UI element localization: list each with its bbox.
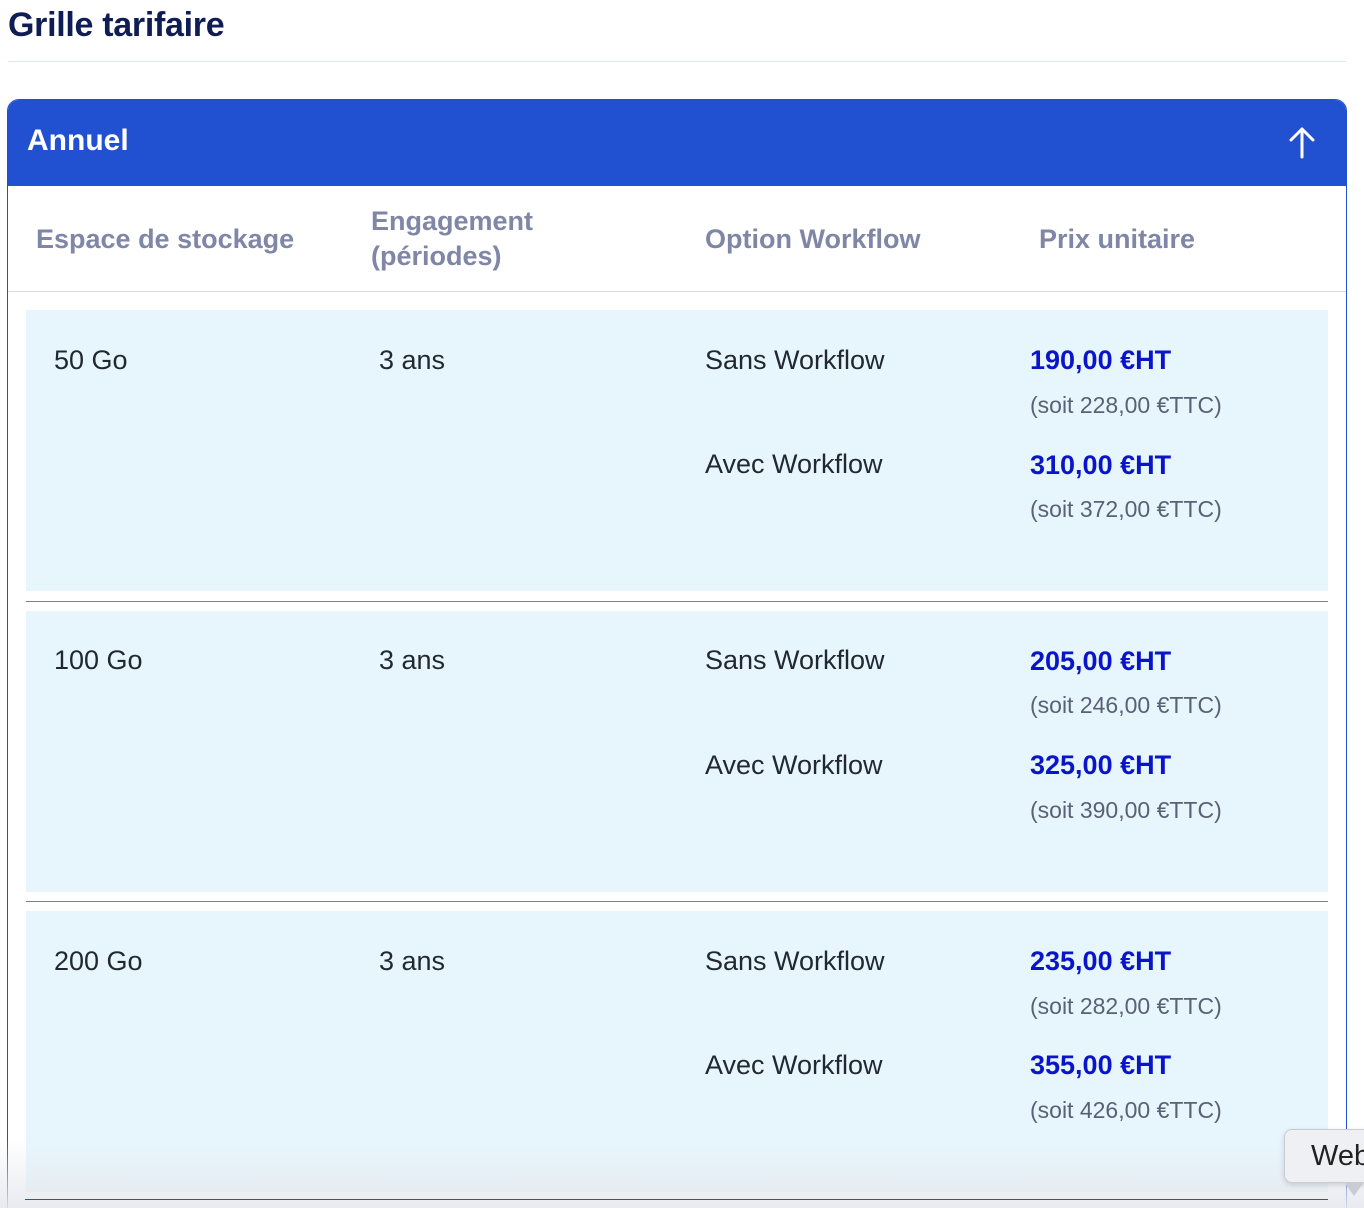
price-ttc: (soit 228,00 €TTC) [1030,392,1222,418]
engagement-cell: 3 ans [379,645,446,675]
storage-cell: 100 Go [54,645,143,675]
column-header-engagement: Engagement (périodes) [371,204,533,274]
header-divider [8,291,1346,292]
table-row: 50 Go 3 ans Sans Workflow 190,00 €HT (so… [26,310,1328,591]
tooltip-arrow [1344,1182,1364,1196]
table-row: 100 Go 3 ans Sans Workflow 205,00 €HT (s… [26,611,1328,892]
page-title: Grille tarifaire [8,6,225,44]
workflow-option-label: Avec Workflow [705,750,883,780]
engagement-cell: 3 ans [379,946,446,976]
price-ttc: (soit 390,00 €TTC) [1030,797,1222,823]
price-ht: 325,00 €HT [1030,750,1172,780]
price-ht: 355,00 €HT [1030,1050,1172,1080]
arrow-up-icon[interactable] [1282,122,1322,162]
price-ttc: (soit 372,00 €TTC) [1030,496,1222,522]
row-divider [26,901,1328,902]
table-row: 200 Go 3 ans Sans Workflow 235,00 €HT (s… [26,911,1328,1192]
title-divider [8,61,1346,62]
column-header-workflow: Option Workflow [705,224,921,254]
workflow-option-label: Sans Workflow [705,946,885,976]
price-ttc: (soit 426,00 €TTC) [1030,1097,1222,1123]
price-ht: 205,00 €HT [1030,646,1172,676]
column-header-price: Prix unitaire [1039,224,1196,254]
price-ttc: (soit 282,00 €TTC) [1030,993,1222,1019]
column-header-storage: Espace de stockage [36,224,295,254]
price-ht: 190,00 €HT [1030,345,1172,375]
workflow-option-label: Sans Workflow [705,345,885,375]
storage-cell: 200 Go [54,946,143,976]
column-header-engagement-line2: (périodes) [371,241,502,271]
price-ttc: (soit 246,00 €TTC) [1030,692,1222,718]
workflow-option-label: Avec Workflow [705,1050,883,1080]
price-ht: 310,00 €HT [1030,450,1172,480]
accordion-header[interactable]: Annuel [8,100,1346,186]
row-divider [25,1199,1328,1200]
column-header-engagement-line1: Engagement [371,206,534,236]
storage-cell: 50 Go [54,345,128,375]
page: Grille tarifaire Annuel Espace de stocka… [0,0,1364,1208]
pricing-accordion: Annuel Espace de stockage Engagement (pé… [7,99,1347,1208]
engagement-cell: 3 ans [379,345,446,375]
row-divider [26,601,1328,602]
price-ht: 235,00 €HT [1030,946,1172,976]
workflow-option-label: Sans Workflow [705,645,885,675]
web-tooltip[interactable]: Web [1284,1129,1364,1183]
workflow-option-label: Avec Workflow [705,449,883,479]
accordion-title: Annuel [27,124,129,157]
